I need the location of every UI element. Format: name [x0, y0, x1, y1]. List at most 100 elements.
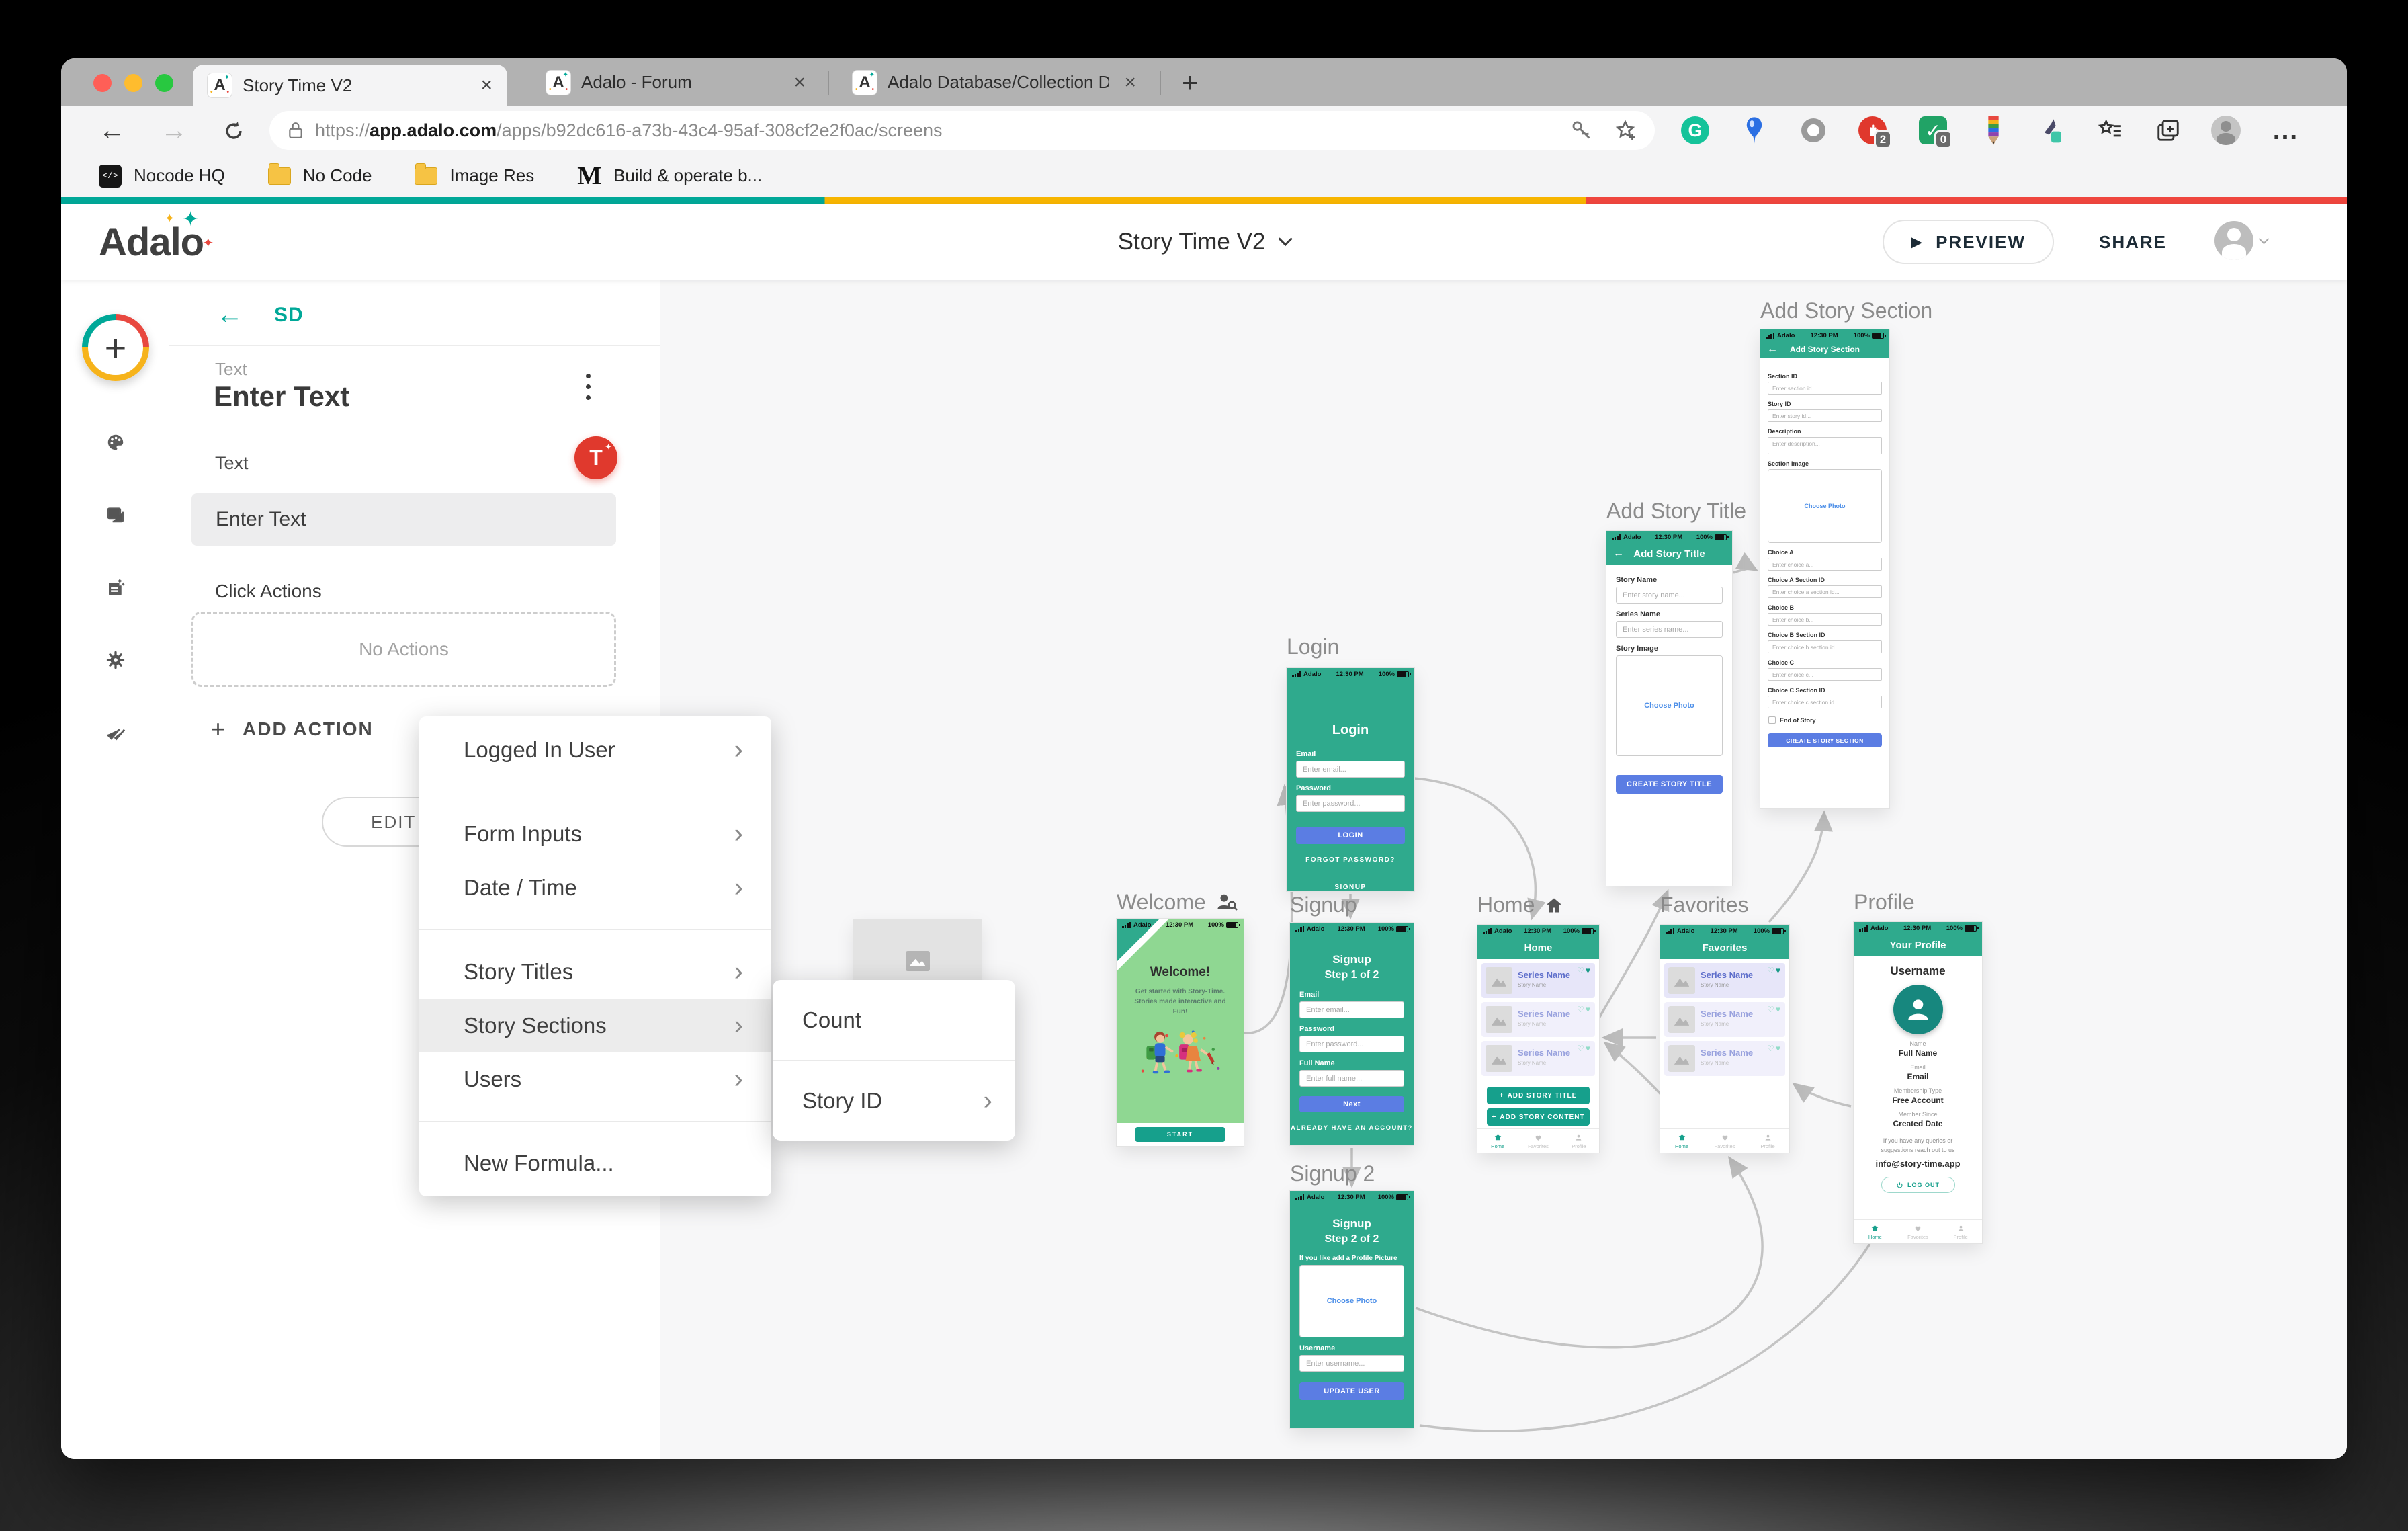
menu-item-story-sections[interactable]: Story Sections› [419, 999, 771, 1052]
settings-gear-button[interactable] [91, 635, 140, 685]
heart-filled-icon[interactable]: ♥ [1776, 1044, 1780, 1053]
screen-label-profile[interactable]: Profile [1854, 890, 1915, 915]
description-input[interactable]: Enter description... [1768, 437, 1882, 454]
choice-a-input[interactable]: Enter choice a... [1768, 558, 1882, 571]
ring-extension-icon[interactable] [1797, 114, 1830, 147]
series-name-input[interactable]: Enter series name... [1616, 621, 1723, 638]
menu-item-form-inputs[interactable]: Form Inputs› [419, 807, 771, 861]
tab-home[interactable]: Home [1477, 1129, 1518, 1153]
screens-canvas[interactable]: Enter Text Welcome Adalo 12:30 PM 100% W… [660, 280, 2347, 1459]
publish-checks-button[interactable] [91, 708, 140, 757]
close-tab-icon[interactable]: × [1124, 71, 1136, 94]
screen-label-home[interactable]: Home [1477, 893, 1564, 917]
screen-add-story-section[interactable]: Adalo 12:30 PM 100% ←Add Story Section S… [1760, 329, 1889, 808]
profile-avatar-icon[interactable] [2210, 114, 2242, 147]
choice-b-section-id-input[interactable]: Enter choice b section id... [1768, 640, 1882, 653]
heart-outline-icon[interactable]: ♡ [1767, 1005, 1774, 1014]
forgot-password-link[interactable]: FORGOT PASSWORD? [1287, 856, 1414, 864]
tab-adalo-database[interactable]: A✦•• Adalo Database/Collection Dat × [838, 58, 1151, 106]
new-tab-button[interactable]: + [1182, 67, 1199, 99]
favorite-star-icon[interactable] [1613, 118, 1637, 142]
choice-c-section-id-input[interactable]: Enter choice c section id... [1768, 696, 1882, 708]
choice-c-input[interactable]: Enter choice c... [1768, 668, 1882, 681]
menu-item-users[interactable]: Users› [419, 1052, 771, 1106]
grammarly-extension-icon[interactable]: G [1679, 114, 1711, 147]
adalo-logo[interactable]: Adalo✦✦✦ [99, 220, 204, 265]
heart-filled-icon[interactable]: ♥ [1776, 966, 1780, 975]
tab-story-time[interactable]: A✦•• Story Time V2 × [193, 65, 507, 106]
back-arrow-icon[interactable]: ← [1613, 548, 1624, 560]
email-input[interactable]: Enter email... [1296, 761, 1405, 778]
kebab-menu-icon[interactable] [580, 368, 596, 405]
browser-menu-icon[interactable]: … [2269, 114, 2301, 147]
choose-photo-box[interactable]: Choose Photo [1616, 655, 1723, 756]
story-card[interactable]: Series NameStory Name ♡♥ [1481, 1002, 1595, 1037]
story-card[interactable]: Series NameStory Name ♡♥ [1481, 963, 1595, 998]
screen-favorites[interactable]: Adalo 12:30 PM 100% Favorites Series Nam… [1660, 925, 1789, 1153]
minimize-window-button[interactable] [124, 74, 142, 92]
blocker-extension-icon[interactable]: 2 [1856, 114, 1889, 147]
story-card[interactable]: Series NameStory Name ♡♥ [1664, 1041, 1785, 1076]
choice-b-input[interactable]: Enter choice b... [1768, 613, 1882, 626]
branding-palette-button[interactable] [91, 417, 140, 467]
heart-outline-icon[interactable]: ♡ [1577, 1044, 1584, 1053]
screen-welcome[interactable]: Adalo 12:30 PM 100% Welcome! Get started… [1117, 919, 1244, 1146]
tab-adalo-forum[interactable]: A✦•• Adalo - Forum × [531, 58, 820, 106]
heart-outline-icon[interactable]: ♡ [1577, 1005, 1584, 1014]
screen-label-add-title[interactable]: Add Story Title [1606, 499, 1746, 524]
story-card[interactable]: Series NameStory Name ♡♥ [1664, 1002, 1785, 1037]
pencil-extension-icon[interactable] [1977, 114, 2010, 147]
reload-button[interactable] [222, 120, 245, 142]
profile-avatar[interactable] [1893, 985, 1943, 1034]
database-button[interactable] [91, 563, 140, 612]
screen-label-favorites[interactable]: Favorites [1660, 893, 1749, 917]
create-story-title-button[interactable]: CREATE STORY TITLE [1616, 775, 1723, 794]
tab-home[interactable]: Home [1854, 1220, 1897, 1243]
story-card[interactable]: Series NameStory Name ♡♥ [1664, 963, 1785, 998]
heart-filled-icon[interactable]: ♥ [1586, 1044, 1590, 1053]
add-story-content-button[interactable]: +ADD STORY CONTENT [1487, 1108, 1590, 1126]
heart-filled-icon[interactable]: ♥ [1586, 966, 1590, 975]
screen-home[interactable]: Adalo 12:30 PM 100% Home Series NameStor… [1477, 925, 1599, 1153]
heart-filled-icon[interactable]: ♥ [1776, 1005, 1780, 1014]
add-action-button[interactable]: + ADD ACTION [211, 715, 374, 743]
close-tab-icon[interactable]: × [793, 71, 806, 94]
update-user-button[interactable]: UPDATE USER [1299, 1382, 1404, 1400]
tab-favorites[interactable]: Favorites [1703, 1129, 1746, 1153]
tab-profile[interactable]: Profile [1559, 1129, 1599, 1153]
close-tab-icon[interactable]: × [480, 74, 492, 97]
username-input[interactable]: Enter username... [1299, 1355, 1404, 1372]
tab-profile[interactable]: Profile [1939, 1220, 1982, 1243]
screen-login[interactable]: Adalo 12:30 PM 100% Login Email Enter em… [1287, 668, 1414, 891]
menu-item-logged-in-user[interactable]: Logged In User› [419, 723, 771, 777]
preview-button[interactable]: ▶ PREVIEW [1883, 220, 2054, 264]
screen-label-add-section[interactable]: Add Story Section [1760, 298, 1932, 323]
end-of-story-checkbox[interactable]: End of Story [1768, 716, 1881, 724]
app-title-dropdown[interactable]: Story Time V2 [1118, 204, 1291, 280]
highlighter-extension-icon[interactable] [2035, 114, 2067, 147]
tab-profile[interactable]: Profile [1746, 1129, 1789, 1153]
back-to-screen-link[interactable]: ← SD [216, 300, 304, 330]
logout-button[interactable]: LOG OUT [1881, 1177, 1955, 1193]
magic-text-button[interactable]: T✦ [574, 436, 617, 479]
back-button[interactable]: ← [99, 116, 126, 146]
text-value-input[interactable]: Enter Text [191, 493, 616, 546]
screen-profile[interactable]: Adalo 12:30 PM 100% Your Profile Usernam… [1854, 922, 1982, 1243]
choose-photo-box[interactable]: Choose Photo [1299, 1265, 1404, 1337]
url-field[interactable]: https://app.adalo.com/apps/b92dc616-a73b… [269, 111, 1655, 150]
heart-outline-icon[interactable]: ♡ [1767, 966, 1774, 975]
screen-label-signup2[interactable]: Signup 2 [1290, 1161, 1375, 1186]
tab-favorites[interactable]: Favorites [1518, 1129, 1558, 1153]
signup-link[interactable]: SIGNUP [1287, 884, 1414, 891]
screen-label-welcome[interactable]: Welcome [1117, 890, 1238, 915]
forward-button[interactable]: → [161, 116, 187, 146]
story-card[interactable]: Series NameStory Name ♡♥ [1481, 1041, 1595, 1076]
bookmark-image-res[interactable]: Image Res [415, 165, 534, 186]
zoom-window-button[interactable] [155, 74, 173, 92]
close-window-button[interactable] [93, 74, 112, 92]
password-input[interactable]: Enter password... [1299, 1036, 1404, 1052]
tab-home[interactable]: Home [1660, 1129, 1703, 1153]
choose-photo-box[interactable]: Choose Photo [1768, 469, 1882, 543]
fullname-input[interactable]: Enter full name... [1299, 1070, 1404, 1087]
password-input[interactable]: Enter password... [1296, 795, 1405, 812]
